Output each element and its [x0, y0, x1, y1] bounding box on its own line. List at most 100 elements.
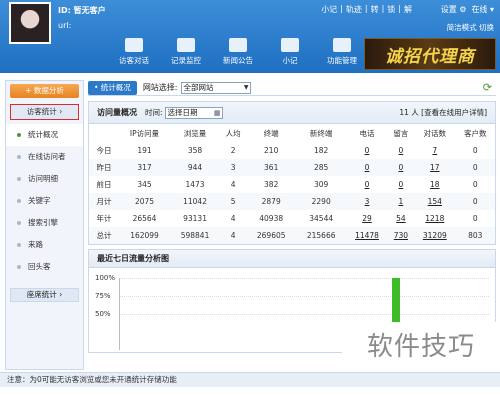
avatar[interactable] [9, 2, 51, 44]
sidebar-group-agent-stats[interactable]: 座席统计 › [10, 288, 79, 302]
cell-link[interactable]: 730 [394, 231, 408, 240]
cell-link[interactable]: 1218 [425, 214, 444, 223]
table-row: 今日 191 358 2 210 182 0 0 7 0 [89, 142, 495, 159]
sidebar-group-visitor-stats[interactable]: 访客统计 › [10, 104, 79, 120]
table-cell: 215666 [296, 227, 347, 244]
row-label: 昨日 [89, 159, 119, 176]
link-transfer[interactable]: 转 [371, 4, 379, 15]
cell-link[interactable]: 7 [432, 146, 437, 155]
table-cell: 54 [388, 210, 414, 227]
gear-icon: ⚙ [459, 5, 467, 14]
table-header-row: IP访问量 浏览量 人均 终端 新终端 电话 留言 对话数 客户数 [89, 124, 495, 142]
table-cell: 803 [455, 227, 495, 244]
link-track[interactable]: 轨迹 [346, 4, 362, 15]
top-right: 设置 ⚙ 在线 ▾ [441, 4, 494, 15]
cell-link[interactable]: 18 [430, 180, 440, 189]
table-cell: 358 [187, 146, 203, 155]
link-lock[interactable]: 锁 [387, 4, 395, 15]
mode-switch-link[interactable]: 切换 [479, 23, 494, 32]
table-cell: 1218 [414, 210, 456, 227]
y-tick-label: 75% [95, 292, 111, 300]
table-cell: 26564 [132, 214, 157, 223]
table-cell: 29 [346, 210, 388, 227]
cell-link[interactable]: 0 [365, 163, 370, 172]
cell-link[interactable]: 54 [396, 214, 406, 223]
online-count: 11 [399, 108, 409, 117]
cell-link[interactable]: 3 [365, 197, 370, 206]
cell-link[interactable]: 31209 [423, 231, 447, 240]
cell-link[interactable]: 0 [399, 146, 404, 155]
toolbar: • 统计概况 网站选择: 全部网站 ⟳ [88, 80, 496, 96]
refresh-icon[interactable]: ⟳ [483, 81, 492, 94]
table-cell: 182 [314, 146, 329, 155]
agent-recruit-banner[interactable]: 诚招代理商 [364, 38, 496, 70]
nav-news[interactable]: 新闻公告 [212, 38, 264, 70]
link-unlock[interactable]: 解 [404, 4, 412, 15]
nav-function-manage[interactable]: 功能管理 [316, 38, 368, 70]
sidebar-item-referrers[interactable]: 来路 [6, 234, 83, 256]
column-header: 人均 [225, 128, 241, 138]
settings-button[interactable]: 设置 ⚙ [441, 4, 467, 15]
cell-link[interactable]: 11478 [355, 231, 379, 240]
status-toggle[interactable]: 在线 ▾ [471, 4, 494, 15]
sidebar-item-returning[interactable]: 回头客 [6, 256, 83, 278]
gridline [120, 278, 489, 279]
nav-label: 访客对话 [119, 56, 149, 65]
online-detail-link[interactable]: [查看在线用户详情] [421, 108, 487, 117]
table-cell: 944 [170, 159, 221, 176]
cell-link[interactable]: 0 [399, 163, 404, 172]
sidebar-item-search-engines[interactable]: 搜索引擎 [6, 212, 83, 234]
id-line: ID: 暂无客户 [58, 5, 106, 16]
table-cell: 309 [314, 180, 329, 189]
table-cell: 2290 [296, 193, 347, 210]
cell-link[interactable]: 29 [362, 214, 372, 223]
cell-link[interactable]: 1 [399, 197, 404, 206]
data-analysis-button[interactable]: + 数据分析 [10, 84, 79, 98]
panel-header: 访问量概况 时间: 选择日期 11 人 [查看在线用户详情] [89, 102, 495, 124]
mail-icon [177, 38, 195, 52]
column-header: 电话 [359, 128, 375, 138]
table-cell: 317 [119, 159, 171, 176]
online-summary: 11 人 [查看在线用户详情] [399, 107, 487, 118]
link-note[interactable]: 小记 [321, 4, 337, 15]
nav-label: 新闻公告 [223, 56, 253, 65]
visit-overview-panel: 访问量概况 时间: 选择日期 11 人 [查看在线用户详情] IP访问量 浏览量 人… [88, 101, 496, 245]
cell-link[interactable]: 0 [365, 146, 370, 155]
sidebar-item-visit-detail[interactable]: 访问明细 [6, 168, 83, 190]
table-cell: 0 [455, 159, 495, 176]
row-label: 月计 [89, 193, 119, 210]
cell-link[interactable]: 154 [428, 197, 442, 206]
cell-link[interactable]: 0 [399, 180, 404, 189]
cell-link[interactable]: 17 [430, 163, 440, 172]
table-cell: 34544 [309, 214, 334, 223]
sidebar: + 数据分析 访客统计 › 统计概况 在线访问者 访问明细 关键字 搜索引擎 来… [5, 80, 84, 370]
column-header: 客户数 [464, 128, 487, 138]
id-label: ID: [58, 6, 71, 15]
table-cell: 154 [413, 193, 456, 210]
table-cell: 210 [264, 146, 279, 155]
top-links: 小记 | 轨迹 | 转 | 锁 | 解 [321, 4, 412, 15]
table-cell: 7 [414, 142, 456, 159]
sidebar-item-online-visitors[interactable]: 在线访问者 [6, 146, 83, 168]
table-row: 年计 26564 93131 4 40938 34544 29 54 1218 0 [89, 210, 495, 227]
site-select[interactable]: 全部网站 [180, 81, 251, 94]
nav-notes[interactable]: 小记 [264, 38, 316, 70]
cell-link[interactable]: 0 [365, 180, 370, 189]
column-header: 留言 [393, 128, 409, 138]
table-cell: 2 [230, 146, 236, 155]
sidebar-item-keywords[interactable]: 关键字 [6, 190, 83, 212]
y-tick-label: 50% [95, 310, 111, 318]
table-cell: 0 [388, 142, 414, 159]
column-header: IP访问量 [129, 128, 160, 138]
table-row: 总计 162099 598841 4 269605 215666 11478 730 31209… [89, 227, 495, 244]
nav-record-monitor[interactable]: 记录监控 [160, 38, 212, 70]
date-picker[interactable]: 选择日期 [164, 106, 223, 119]
chevron-down-icon: ▾ [489, 5, 494, 14]
sidebar-item-overview[interactable]: 统计概况 [6, 124, 83, 146]
app-header: ID: 暂无客户 url: 小记 | 轨迹 | 转 | 锁 | 解 设置 ⚙ 在… [0, 0, 500, 73]
tab-overview[interactable]: • 统计概况 [88, 80, 137, 95]
table-cell: 11042 [170, 193, 221, 210]
nav-visitor-chat[interactable]: 访客对话 [108, 38, 160, 70]
column-header: 对话数 [423, 128, 447, 138]
grid-icon [333, 38, 351, 52]
